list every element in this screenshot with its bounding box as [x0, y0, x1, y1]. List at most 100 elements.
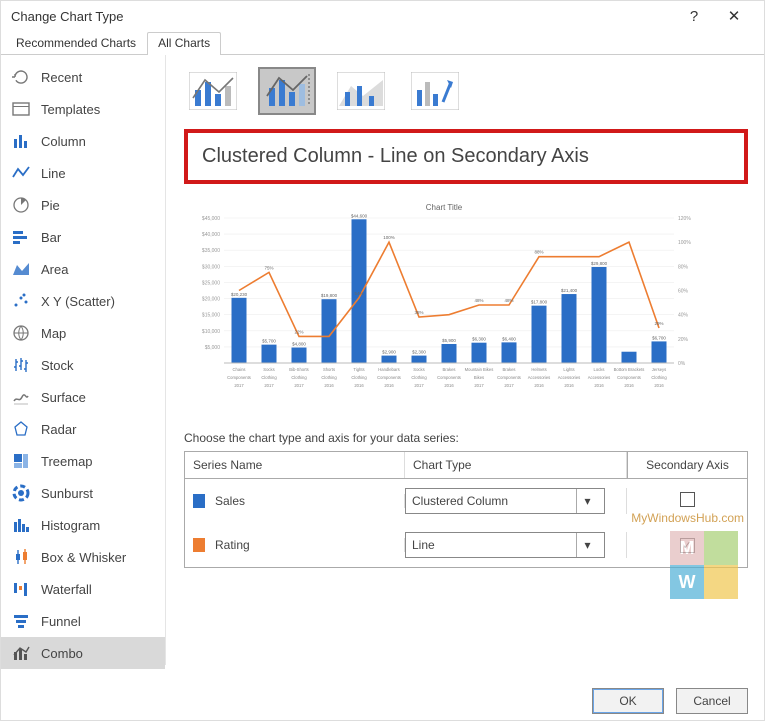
svg-text:$35,000: $35,000: [202, 248, 220, 254]
chart-type-value: Line: [412, 538, 435, 552]
svg-text:38%: 38%: [414, 310, 423, 315]
header-secondary-axis: Secondary Axis: [627, 452, 747, 478]
sidebar-item-column[interactable]: Column: [1, 125, 165, 157]
sidebar-item-radar[interactable]: Radar: [1, 413, 165, 445]
svg-text:40%: 40%: [678, 313, 689, 319]
svg-text:Clothing: Clothing: [291, 375, 307, 380]
svg-text:$4,800: $4,800: [292, 342, 306, 347]
svg-text:$29,800: $29,800: [591, 261, 608, 266]
series-grid: Series Name Chart Type Secondary Axis Sa…: [184, 451, 748, 568]
sidebar-item-label: Bar: [41, 230, 61, 245]
svg-text:Lights: Lights: [563, 367, 574, 372]
funnel-icon: [11, 611, 31, 631]
chart-type-dropdown-rating[interactable]: Line ▾: [405, 532, 605, 558]
svg-text:2016: 2016: [324, 383, 334, 388]
svg-text:2017: 2017: [264, 383, 274, 388]
sidebar-item-box-whisker[interactable]: Box & Whisker: [1, 541, 165, 573]
area-icon: [11, 259, 31, 279]
sidebar-item-combo[interactable]: Combo: [1, 637, 165, 669]
sidebar-item-histogram[interactable]: Histogram: [1, 509, 165, 541]
close-button[interactable]: ✕: [714, 7, 754, 25]
svg-text:Bikes: Bikes: [474, 375, 484, 380]
sidebar-item-recent[interactable]: Recent: [1, 61, 165, 93]
svg-text:Accessories: Accessories: [528, 375, 551, 380]
sidebar-item-label: Area: [41, 262, 68, 277]
chart-type-value: Clustered Column: [412, 494, 508, 508]
column-icon: [11, 131, 31, 151]
series-grid-header: Series Name Chart Type Secondary Axis: [185, 452, 747, 479]
sidebar-item-scatter[interactable]: X Y (Scatter): [1, 285, 165, 317]
svg-text:75%: 75%: [264, 265, 273, 270]
sidebar-item-treemap[interactable]: Treemap: [1, 445, 165, 477]
svg-text:120%: 120%: [678, 216, 691, 222]
subtype-stacked-area-column[interactable]: [332, 67, 390, 115]
sidebar-item-area[interactable]: Area: [1, 253, 165, 285]
svg-text:2016: 2016: [534, 383, 544, 388]
svg-text:20%: 20%: [678, 337, 689, 343]
sidebar-item-pie[interactable]: Pie: [1, 189, 165, 221]
bar-icon: [11, 227, 31, 247]
box-whisker-icon: [11, 547, 31, 567]
chart-category-list: Recent Templates Column Line Pie Bar Are…: [1, 55, 166, 665]
chart-name-highlight: Clustered Column - Line on Secondary Axi…: [184, 129, 748, 184]
stock-icon: [11, 355, 31, 375]
svg-text:$44,600: $44,600: [351, 213, 368, 218]
combo-subtype-row: [184, 67, 748, 115]
svg-text:$10,000: $10,000: [202, 329, 220, 335]
series-swatch-rating: [193, 538, 205, 552]
watermark-text: MyWindowsHub.com: [631, 511, 744, 525]
subtype-clustered-column-line-secondary[interactable]: [258, 67, 316, 115]
svg-text:2016: 2016: [654, 383, 664, 388]
svg-text:2016: 2016: [564, 383, 574, 388]
svg-text:$20,230: $20,230: [231, 292, 248, 297]
svg-text:Components: Components: [227, 375, 251, 380]
svg-text:$15,000: $15,000: [202, 313, 220, 319]
subtype-custom-combo[interactable]: [406, 67, 464, 115]
sidebar-item-label: Treemap: [41, 454, 93, 469]
svg-text:88%: 88%: [534, 250, 543, 255]
sidebar-item-surface[interactable]: Surface: [1, 381, 165, 413]
help-button[interactable]: ?: [674, 8, 714, 25]
sidebar-item-label: Box & Whisker: [41, 550, 126, 565]
secondary-axis-checkbox-sales[interactable]: [680, 492, 695, 507]
svg-text:$45,000: $45,000: [202, 216, 220, 222]
svg-text:2017: 2017: [504, 383, 514, 388]
chart-preview[interactable]: Chart Title$5,000$10,000$15,000$20,000$2…: [184, 198, 704, 413]
sidebar-item-funnel[interactable]: Funnel: [1, 605, 165, 637]
sidebar-item-label: Histogram: [41, 518, 100, 533]
subtype-clustered-column-line[interactable]: [184, 67, 242, 115]
chevron-down-icon: ▾: [576, 489, 598, 513]
tab-all-charts[interactable]: All Charts: [147, 32, 221, 55]
cancel-button[interactable]: Cancel: [676, 688, 748, 714]
header-series-name: Series Name: [185, 452, 405, 478]
svg-text:Components: Components: [437, 375, 461, 380]
sidebar-item-waterfall[interactable]: Waterfall: [1, 573, 165, 605]
svg-text:22%: 22%: [294, 329, 303, 334]
sidebar-item-label: X Y (Scatter): [41, 294, 115, 309]
sidebar-item-label: Sunburst: [41, 486, 93, 501]
sidebar-item-stock[interactable]: Stock: [1, 349, 165, 381]
sidebar-item-label: Radar: [41, 422, 76, 437]
sidebar-item-line[interactable]: Line: [1, 157, 165, 189]
chart-type-dropdown-sales[interactable]: Clustered Column ▾: [405, 488, 605, 514]
sidebar-item-map[interactable]: Map: [1, 317, 165, 349]
dialog-footer: OK Cancel: [592, 688, 748, 714]
sidebar-item-templates[interactable]: Templates: [1, 93, 165, 125]
svg-text:$2,300: $2,300: [412, 350, 426, 355]
ok-button[interactable]: OK: [592, 688, 664, 714]
right-panel: Clustered Column - Line on Secondary Axi…: [166, 55, 764, 665]
svg-text:Socks: Socks: [413, 367, 424, 372]
svg-text:Clothing: Clothing: [351, 375, 367, 380]
svg-text:2016: 2016: [354, 383, 364, 388]
title-bar: Change Chart Type ? ✕: [1, 1, 764, 31]
svg-text:$6,700: $6,700: [652, 335, 666, 340]
sidebar-item-bar[interactable]: Bar: [1, 221, 165, 253]
svg-text:Accessories: Accessories: [588, 375, 611, 380]
sidebar-item-label: Waterfall: [41, 582, 92, 597]
svg-text:Clothing: Clothing: [261, 375, 277, 380]
svg-text:Socks: Socks: [263, 367, 274, 372]
watermark-logo: MW: [670, 531, 738, 599]
tab-recommended-charts[interactable]: Recommended Charts: [5, 32, 147, 55]
svg-text:$40,000: $40,000: [202, 232, 220, 238]
sidebar-item-sunburst[interactable]: Sunburst: [1, 477, 165, 509]
